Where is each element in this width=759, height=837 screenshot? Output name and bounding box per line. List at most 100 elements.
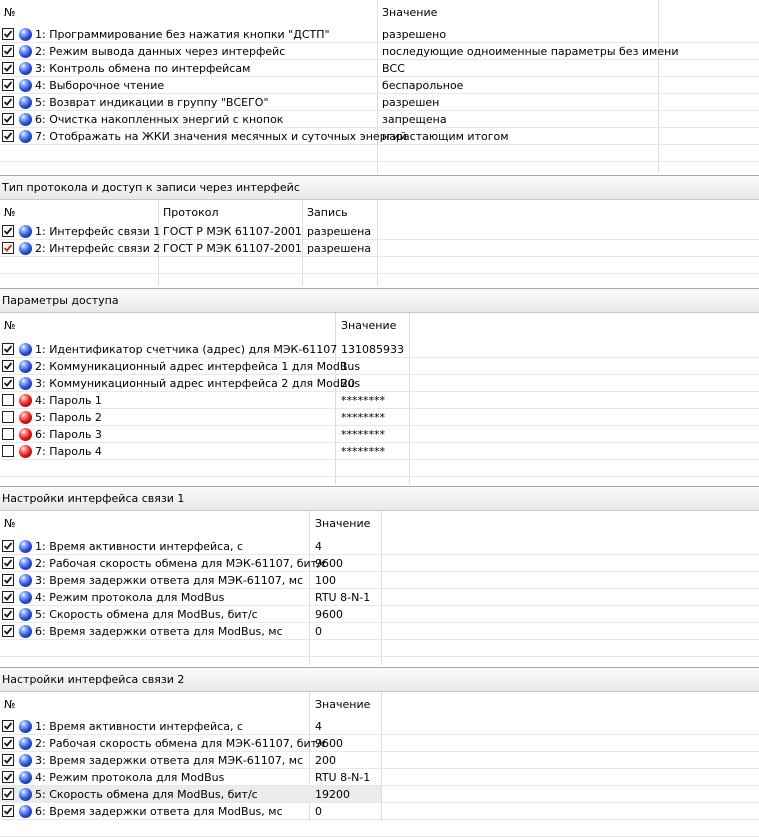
table-row[interactable]: 2: Интерфейс связи 2 ГОСТ Р МЭК 61107-200… — [0, 240, 759, 257]
checkbox-icon[interactable] — [2, 45, 14, 57]
blue-ball-icon — [19, 79, 32, 92]
cell-value[interactable]: 0 — [315, 623, 322, 640]
table-row[interactable]: 3: Коммуникационный адрес интерфейса 2 д… — [0, 375, 759, 392]
table-row[interactable]: 5: Пароль 2 ******** — [0, 409, 759, 426]
table-row[interactable]: 6: Пароль 3 ******** — [0, 426, 759, 443]
table-row[interactable]: 1: Программирование без нажатия кнопки "… — [0, 26, 759, 43]
cell-value[interactable]: RTU 8-N-1 — [315, 769, 370, 786]
cell-value[interactable]: 9600 — [315, 606, 343, 623]
checkbox-icon[interactable] — [2, 788, 14, 800]
blue-ball-icon — [19, 737, 32, 750]
table-row[interactable]: 5: Скорость обмена для ModBus, бит/с 9600 — [0, 606, 759, 623]
checkbox-icon[interactable] — [2, 591, 14, 603]
table-row[interactable]: 7: Пароль 4 ******** — [0, 443, 759, 460]
checkbox-icon[interactable] — [2, 625, 14, 637]
column-header-num[interactable]: № — [4, 511, 15, 537]
cell-value[interactable]: 9600 — [315, 735, 343, 752]
table-row[interactable]: 2: Коммуникационный адрес интерфейса 1 д… — [0, 358, 759, 375]
cell-value[interactable]: 200 — [315, 752, 336, 769]
cell-value[interactable]: 1 — [341, 358, 348, 375]
checkbox-icon[interactable] — [2, 225, 14, 237]
cell-write[interactable]: разрешена — [307, 240, 371, 257]
table-row[interactable]: 2: Режим вывода данных через интерфейс по… — [0, 43, 759, 60]
checkbox-icon[interactable] — [2, 428, 14, 440]
cell-value[interactable]: ВСС — [382, 60, 405, 77]
cell-value[interactable]: 4 — [315, 718, 322, 735]
cell-protocol[interactable]: ГОСТ Р МЭК 61107-2001 — [163, 223, 302, 240]
column-header-num[interactable]: № — [4, 313, 15, 339]
table-row[interactable]: 1: Интерфейс связи 1 ГОСТ Р МЭК 61107-200… — [0, 223, 759, 240]
checkbox-icon[interactable] — [2, 737, 14, 749]
cell-value[interactable]: 9600 — [315, 555, 343, 572]
cell-value[interactable]: RTU 8-N-1 — [315, 589, 370, 606]
checkbox-icon[interactable] — [2, 96, 14, 108]
cell-value[interactable]: 131085933 — [341, 341, 404, 358]
table-row[interactable]: 5: Возврат индикации в группу "ВСЕГО" раз… — [0, 94, 759, 111]
checkbox-icon[interactable] — [2, 394, 14, 406]
column-header-num[interactable]: № — [4, 692, 15, 718]
cell-value[interactable]: разрешен — [382, 94, 439, 111]
cell-value[interactable]: беспарольное — [382, 77, 463, 94]
checkbox-icon[interactable] — [2, 62, 14, 74]
table-row[interactable]: 1: Время активности интерфейса, с 4 — [0, 538, 759, 555]
column-header-value[interactable]: Значение — [382, 0, 437, 26]
table-row[interactable]: 3: Время задержки ответа для МЭК-61107, … — [0, 752, 759, 769]
cell-value[interactable]: разрешено — [382, 26, 446, 43]
row-label: 2: Коммуникационный адрес интерфейса 1 д… — [35, 360, 361, 373]
table-row[interactable]: 6: Время задержки ответа для ModBus, мс 0 — [0, 803, 759, 820]
checkbox-icon[interactable] — [2, 411, 14, 423]
table-row[interactable]: 1: Время активности интерфейса, с 4 — [0, 718, 759, 735]
table-row[interactable]: 4: Режим протокола для ModBus RTU 8-N-1 — [0, 769, 759, 786]
checkbox-icon[interactable] — [2, 28, 14, 40]
column-header-value[interactable]: Значение — [315, 511, 370, 537]
cell-value[interactable]: 0 — [315, 803, 322, 820]
table-row[interactable]: 3: Контроль обмена по интерфейсам ВСС — [0, 60, 759, 77]
cell-value[interactable]: 100 — [315, 572, 336, 589]
checkbox-icon[interactable] — [2, 557, 14, 569]
cell-value[interactable]: ******** — [341, 443, 385, 460]
cell-value[interactable]: запрещена — [382, 111, 447, 128]
table-row[interactable]: 3: Время задержки ответа для МЭК-61107, … — [0, 572, 759, 589]
checkbox-icon[interactable] — [2, 343, 14, 355]
table-row[interactable]: 7: Отображать на ЖКИ значения месячных и… — [0, 128, 759, 145]
cell-value[interactable]: 4 — [315, 538, 322, 555]
checkbox-icon[interactable] — [2, 754, 14, 766]
checkbox-icon[interactable] — [2, 805, 14, 817]
checkbox-icon[interactable] — [2, 720, 14, 732]
checkbox-icon[interactable] — [2, 130, 14, 142]
cell-value[interactable]: ******** — [341, 409, 385, 426]
cell-protocol[interactable]: ГОСТ Р МЭК 61107-2001 — [163, 240, 302, 257]
table-row[interactable]: 2: Рабочая скорость обмена для МЭК-61107… — [0, 555, 759, 572]
table-row[interactable]: 1: Идентификатор счетчика (адрес) для МЭ… — [0, 341, 759, 358]
table-row[interactable]: 2: Рабочая скорость обмена для МЭК-61107… — [0, 735, 759, 752]
column-header-value[interactable]: Значение — [315, 692, 370, 718]
table-row[interactable]: 6: Время задержки ответа для ModBus, мс 0 — [0, 623, 759, 640]
cell-value[interactable]: 20 — [341, 375, 355, 392]
table-row[interactable]: 4: Режим протокола для ModBus RTU 8-N-1 — [0, 589, 759, 606]
cell-value[interactable]: ******** — [341, 426, 385, 443]
row-label: 5: Скорость обмена для ModBus, бит/с — [35, 608, 258, 621]
table-row[interactable]: 4: Выборочное чтение беспарольное — [0, 77, 759, 94]
column-header-num[interactable]: № — [4, 0, 15, 26]
cell-write[interactable]: разрешена — [307, 223, 371, 240]
checkbox-icon[interactable] — [2, 360, 14, 372]
table-row[interactable]: 4: Пароль 1 ******** — [0, 392, 759, 409]
empty-row — [0, 640, 759, 657]
checkbox-icon[interactable] — [2, 242, 14, 254]
column-header-value[interactable]: Значение — [341, 313, 396, 339]
checkbox-icon[interactable] — [2, 113, 14, 125]
checkbox-icon[interactable] — [2, 445, 14, 457]
checkbox-icon[interactable] — [2, 574, 14, 586]
cell-value[interactable]: 19200 — [315, 786, 350, 803]
cell-value[interactable]: нарастающим итогом — [382, 128, 509, 145]
cell-value[interactable]: ******** — [341, 392, 385, 409]
checkbox-icon[interactable] — [2, 608, 14, 620]
table-row[interactable]: 5: Скорость обмена для ModBus, бит/с 1920… — [0, 786, 759, 803]
checkbox-icon[interactable] — [2, 79, 14, 91]
table-row[interactable]: 6: Очистка накопленных энергий с кнопок з… — [0, 111, 759, 128]
checkbox-icon[interactable] — [2, 771, 14, 783]
cell-value[interactable]: последующие одноименные параметры без им… — [382, 43, 678, 60]
checkbox-icon[interactable] — [2, 377, 14, 389]
empty-row — [0, 820, 759, 837]
checkbox-icon[interactable] — [2, 540, 14, 552]
